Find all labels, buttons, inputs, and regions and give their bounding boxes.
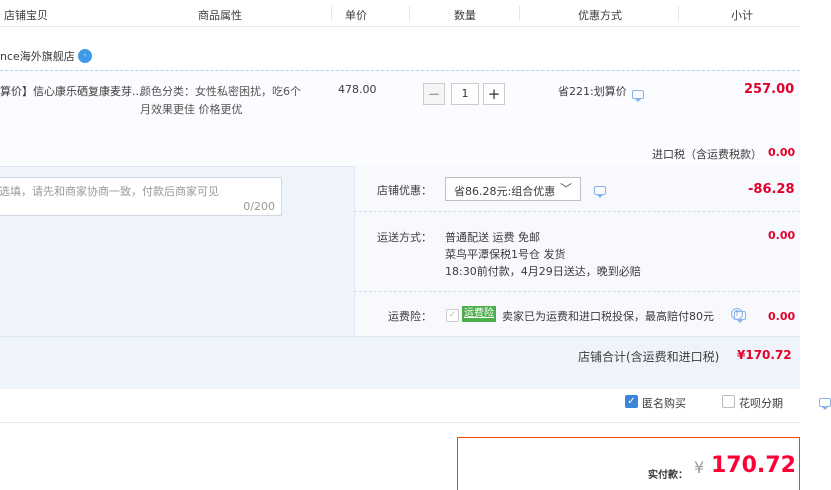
item-title-link[interactable]: 算价】信心康乐硒复康麦芽... xyxy=(0,83,143,99)
col-price-header: 单价 xyxy=(345,9,367,22)
header-divider xyxy=(519,6,520,21)
shop-name-link[interactable]: nce海外旗舰店 xyxy=(0,48,75,64)
discount-info-icon[interactable] xyxy=(632,90,644,102)
payment-summary-box: 实付款： ¥ 170.72 xyxy=(457,437,800,490)
insurance-text: 卖家已为运费和进口税投保，最高赔付80元 xyxy=(502,310,714,323)
item-discount-text: 省221:划算价 xyxy=(558,85,627,98)
item-subtotal: 257.00 xyxy=(744,82,795,97)
shipping-value: 0.00 xyxy=(768,229,796,242)
import-tax-label: 进口税（含运费税款） xyxy=(652,148,762,161)
shipping-label: 运送方式： xyxy=(377,231,432,244)
col-qty-header: 数量 xyxy=(454,9,476,22)
help-icon[interactable]: ? xyxy=(731,308,743,320)
cart-item-row: 算价】信心康乐硒复康麦芽... 颜色分类：女性私密困扰，吃6个 月效果更佳 价格… xyxy=(0,70,800,166)
insurance-checkbox[interactable]: ✓ xyxy=(446,309,459,322)
total-divider xyxy=(0,336,800,337)
panel-divider xyxy=(354,291,800,292)
payment-label: 实付款： xyxy=(648,470,688,481)
header-divider xyxy=(331,6,332,21)
item-attr-line2: 月效果更佳 价格更优 xyxy=(140,103,243,116)
shop-discount-select[interactable]: 省86.28元:组合优惠 ﹀ xyxy=(445,177,581,201)
discount-info-icon[interactable] xyxy=(594,186,606,198)
huabei-info-icon[interactable] xyxy=(819,398,831,410)
col-item-header: 店铺宝贝 xyxy=(4,9,48,22)
payment-divider xyxy=(0,422,800,423)
payment-currency: ¥ xyxy=(694,458,705,477)
shipping-eta: 18:30前付款，4月29日送达，晚到必赔 xyxy=(445,265,641,278)
anonymous-checkbox[interactable]: ✓ xyxy=(625,395,638,408)
insurance-label: 运费险： xyxy=(388,310,432,323)
insurance-value: 0.00 xyxy=(768,310,796,323)
anonymous-label[interactable]: 匿名购买 xyxy=(642,395,686,411)
quantity-decrease-button[interactable]: − xyxy=(423,83,445,105)
shop-discount-selected: 省86.28元:组合优惠 xyxy=(454,185,556,198)
insurance-tag: 运费险 xyxy=(462,306,496,322)
huabei-checkbox[interactable] xyxy=(722,395,735,408)
quantity-increase-button[interactable]: + xyxy=(483,83,505,105)
col-subtotal-header: 小计 xyxy=(731,9,753,22)
quantity-input[interactable]: 1 xyxy=(451,83,479,105)
shop-total-value: ¥170.72 xyxy=(737,348,792,362)
import-tax-value: 0.00 xyxy=(768,146,796,159)
buyer-message-placeholder: 选填，请先和商家协商一致，付款后商家可见 xyxy=(0,185,219,198)
col-attr-header: 商品属性 xyxy=(198,9,242,22)
shop-discount-label: 店铺优惠： xyxy=(377,184,432,197)
shipping-warehouse: 菜鸟平潭保税1号仓 发货 xyxy=(445,248,566,261)
buyer-message-counter: 0/200 xyxy=(243,200,275,213)
shop-total-label: 店铺合计(含运费和进口税) xyxy=(578,350,720,364)
item-unit-price: 478.00 xyxy=(338,83,377,96)
payment-amount: 170.72 xyxy=(711,453,796,478)
huabei-label[interactable]: 花呗分期 xyxy=(739,395,783,411)
col-discount-header: 优惠方式 xyxy=(578,9,622,22)
header-divider xyxy=(678,6,679,21)
shipping-method: 普通配送 运费 免邮 xyxy=(445,231,540,244)
aliwangwang-chat-icon[interactable]: ◦ xyxy=(78,49,92,63)
header-divider xyxy=(409,6,410,21)
item-attr-line1: 颜色分类：女性私密困扰，吃6个 xyxy=(140,85,301,98)
shop-discount-value: -86.28 xyxy=(748,182,795,197)
chevron-down-icon: ﹀ xyxy=(559,182,572,196)
buyer-message-input[interactable]: 选填，请先和商家协商一致，付款后商家可见 0/200 xyxy=(0,177,282,216)
cart-column-header: 店铺宝贝 商品属性 单价 数量 优惠方式 小计 xyxy=(0,0,800,27)
panel-divider xyxy=(354,211,800,212)
